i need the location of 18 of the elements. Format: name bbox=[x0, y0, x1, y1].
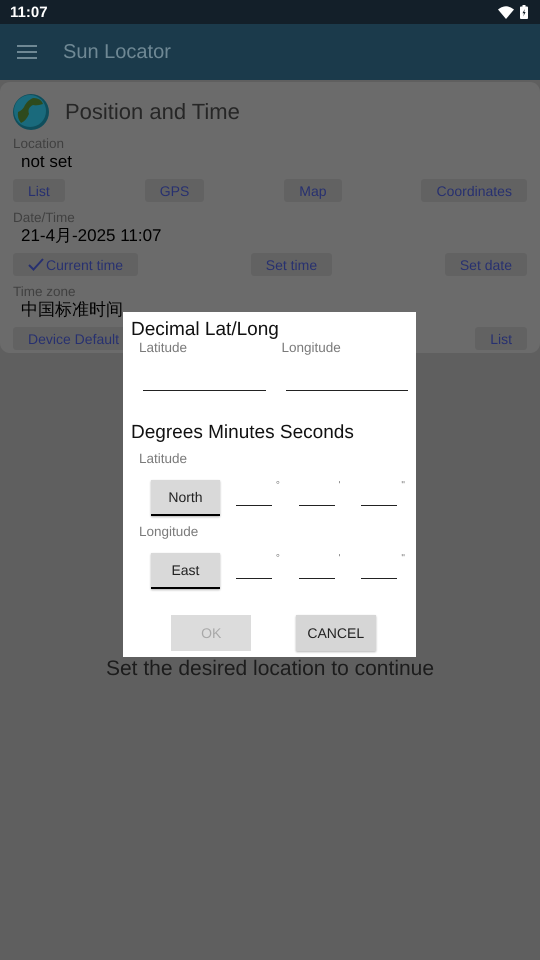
unit-symbol: " bbox=[401, 480, 406, 492]
unit-symbol: ' bbox=[338, 553, 342, 565]
card-title: Position and Time bbox=[65, 99, 240, 125]
unit-symbol: " bbox=[401, 553, 406, 565]
field-label: Longitude bbox=[139, 524, 200, 539]
unit-symbol: ° bbox=[276, 553, 281, 565]
section-heading: Degrees Minutes Seconds bbox=[131, 423, 355, 443]
field-value: 中国标准时间 bbox=[20, 300, 124, 320]
field-value: 21-4月-2025 11:07 bbox=[20, 226, 163, 246]
status-message: Set the desired location to continue bbox=[106, 657, 434, 680]
field-label: Latitude bbox=[139, 340, 188, 355]
field-label: Longitude bbox=[282, 340, 342, 355]
field-value: not set bbox=[20, 152, 74, 172]
app-title: Sun Locator bbox=[63, 40, 171, 64]
unit-symbol: ° bbox=[276, 480, 281, 492]
status-time: 11:07 bbox=[10, 4, 48, 20]
unit-symbol: ' bbox=[338, 480, 342, 492]
field-label: Latitude bbox=[139, 451, 188, 466]
